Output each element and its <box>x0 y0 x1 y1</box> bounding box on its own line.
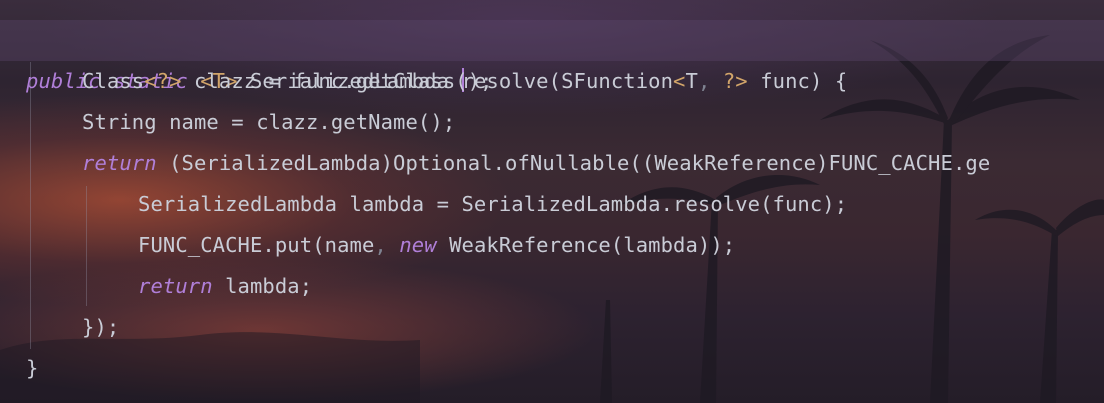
param-rest: func) { <box>747 69 848 93</box>
line-rest: clazz = func.getClass(); <box>181 69 493 93</box>
keyword-return: return <box>82 151 157 175</box>
line-rest: (SerializedLambda)Optional.ofNullable((W… <box>156 151 991 175</box>
param-open: (SFunction <box>548 69 674 93</box>
indent-guide <box>86 186 87 306</box>
generic-gt: > <box>735 69 748 93</box>
code-line-8[interactable]: }); <box>82 307 119 348</box>
code-line-7[interactable]: return lambda; <box>138 266 312 307</box>
line-text: String name = clazz.getName(); <box>82 110 456 134</box>
generic-wildcard: ? <box>710 69 736 93</box>
line-text: SerializedLambda lambda = SerializedLamb… <box>138 192 848 216</box>
generic-lt: < <box>673 69 686 93</box>
code-line-6[interactable]: FUNC_CACHE.put(name, new WeakReference(l… <box>138 225 735 266</box>
code-line-4[interactable]: return (SerializedLambda)Optional.ofNull… <box>82 143 990 184</box>
code-line-9[interactable]: } <box>26 348 38 389</box>
keyword-new: new <box>399 233 437 257</box>
comma: , <box>374 233 387 257</box>
class-type: Class <box>82 69 145 93</box>
generic-t: T <box>685 69 698 93</box>
code-line-2[interactable]: Class<?> clazz = func.getClass(); <box>82 61 493 102</box>
line-start: FUNC_CACHE.put(name <box>138 233 375 257</box>
line-rest: lambda; <box>212 274 313 298</box>
line-rest: WeakReference(lambda)); <box>436 233 736 257</box>
generic-comma: , <box>697 69 711 93</box>
code-line-5[interactable]: SerializedLambda lambda = SerializedLamb… <box>138 184 847 225</box>
code-line-1[interactable]: public static <T> SerializedLambda resol… <box>26 20 847 93</box>
line-text: } <box>26 356 39 380</box>
code-line-3[interactable]: String name = clazz.getName(); <box>82 102 455 143</box>
wildcard-generic: <?> <box>144 69 182 93</box>
keyword-return: return <box>138 274 213 298</box>
line-text: }); <box>82 315 120 339</box>
code-editor[interactable]: public static <T> SerializedLambda resol… <box>0 0 1104 403</box>
